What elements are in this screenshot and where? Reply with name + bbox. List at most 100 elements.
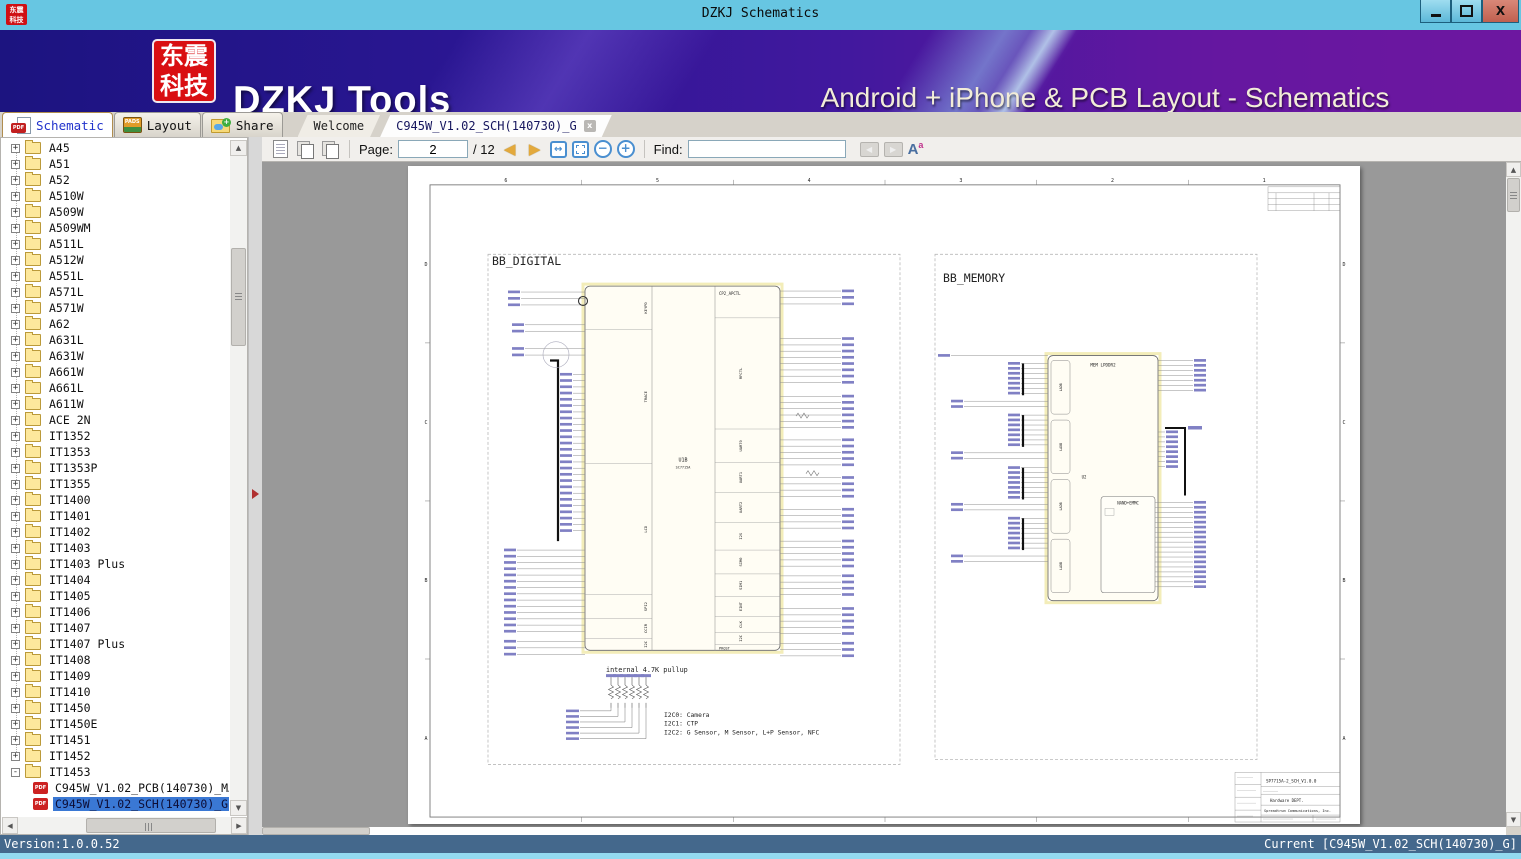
expand-icon[interactable]: + xyxy=(11,303,20,313)
expand-icon[interactable]: + xyxy=(11,543,20,553)
tree-horizontal-scrollbar[interactable]: ◀ ▶ xyxy=(2,817,247,834)
expand-icon[interactable]: + xyxy=(11,735,20,745)
zoom-in-button[interactable]: + xyxy=(616,140,635,158)
expand-icon[interactable]: + xyxy=(11,431,20,441)
expand-icon[interactable]: + xyxy=(11,607,20,617)
scroll-up-arrow[interactable]: ▲ xyxy=(1506,162,1521,177)
rotate-right-button[interactable] xyxy=(320,139,340,159)
tree-folder-row[interactable]: + A661W xyxy=(1,364,229,380)
scrollbar-thumb[interactable] xyxy=(86,818,216,833)
doc-tab-close-icon[interactable]: x xyxy=(584,120,596,132)
collapse-icon[interactable]: - xyxy=(11,767,20,777)
tree-folder-row[interactable]: + A571L xyxy=(1,284,229,300)
tree-item-label[interactable]: A551L xyxy=(47,269,86,283)
tree-item-label[interactable]: IT1353 xyxy=(47,445,93,459)
tree-folder-row[interactable]: + IT1353 xyxy=(1,444,229,460)
tree-item-label[interactable]: ACE 2N xyxy=(47,413,93,427)
tree-folder-row[interactable]: - IT1453 xyxy=(1,764,229,780)
close-button[interactable]: X xyxy=(1482,0,1519,23)
expand-icon[interactable]: + xyxy=(11,751,20,761)
tree-folder-row[interactable]: + IT1407 Plus xyxy=(1,636,229,652)
find-input[interactable] xyxy=(687,140,846,158)
expand-icon[interactable]: + xyxy=(11,463,20,473)
expand-icon[interactable]: + xyxy=(11,287,20,297)
tree-folder-row[interactable]: + IT1352 xyxy=(1,428,229,444)
tree-folder-row[interactable]: + IT1450 xyxy=(1,700,229,716)
expand-icon[interactable]: + xyxy=(11,175,20,185)
expand-icon[interactable]: + xyxy=(11,703,20,713)
tree-item-label[interactable]: A631W xyxy=(47,349,86,363)
tree-item-label[interactable]: IT1407 xyxy=(47,621,93,635)
expand-icon[interactable]: + xyxy=(11,223,20,233)
tree-item-label[interactable]: A509WM xyxy=(47,221,93,235)
expand-icon[interactable]: + xyxy=(11,623,20,633)
copy-page-button[interactable] xyxy=(270,139,290,159)
tree-folder-row[interactable]: + IT1405 xyxy=(1,588,229,604)
expand-icon[interactable]: + xyxy=(11,671,20,681)
rotate-left-button[interactable] xyxy=(295,139,315,159)
tree-folder-row[interactable]: + A512W xyxy=(1,252,229,268)
expand-icon[interactable]: + xyxy=(11,415,20,425)
tree-folder-row[interactable]: + A631L xyxy=(1,332,229,348)
tree-item-label[interactable]: IT1402 xyxy=(47,525,93,539)
tree-item-label[interactable]: A631L xyxy=(47,333,86,347)
tree-folder-row[interactable]: + A661L xyxy=(1,380,229,396)
tree-item-label[interactable]: IT1408 xyxy=(47,653,93,667)
tree-item-label[interactable]: A62 xyxy=(47,317,72,331)
tree-folder-row[interactable]: + A510W xyxy=(1,188,229,204)
tree-item-label[interactable]: IT1403 xyxy=(47,541,93,555)
tree-item-label[interactable]: IT1407 Plus xyxy=(47,637,127,651)
tree-file-row[interactable]: PDF C945W_V1.02_SCH(140730)_G xyxy=(1,796,229,812)
panel-splitter[interactable] xyxy=(248,137,263,835)
tree-folder-row[interactable]: + A62 xyxy=(1,316,229,332)
tree-item-label[interactable]: IT1450E xyxy=(47,717,99,731)
tree-item-label[interactable]: A51 xyxy=(47,157,72,171)
tree-vertical-scrollbar[interactable]: ▲ ▼ xyxy=(230,140,247,816)
tree-item-label[interactable]: IT1451 xyxy=(47,733,93,747)
expand-icon[interactable]: + xyxy=(11,527,20,537)
expand-icon[interactable]: + xyxy=(11,511,20,521)
scrollbar-thumb[interactable] xyxy=(1507,178,1520,212)
scroll-down-arrow[interactable]: ▼ xyxy=(1506,812,1521,827)
next-page-button[interactable]: ▶ xyxy=(525,139,545,159)
tree-folder-row[interactable]: + IT1402 xyxy=(1,524,229,540)
scroll-left-arrow[interactable]: ◀ xyxy=(2,817,18,834)
tree-item-label[interactable]: A509W xyxy=(47,205,86,219)
tree-folder-row[interactable]: + IT1406 xyxy=(1,604,229,620)
expand-icon[interactable]: + xyxy=(11,687,20,697)
tree-item-label[interactable]: IT1400 xyxy=(47,493,93,507)
expand-icon[interactable]: + xyxy=(11,639,20,649)
doc-tab-current[interactable]: C945W_V1.02_SCH(140730)_G x xyxy=(380,115,612,137)
expand-icon[interactable]: + xyxy=(11,239,20,249)
tab-layout[interactable]: PADS Layout xyxy=(113,112,201,137)
font-size-icon[interactable]: Aa xyxy=(908,140,924,158)
expand-icon[interactable]: + xyxy=(11,495,20,505)
find-next-icon[interactable]: ▶ xyxy=(883,141,903,157)
expand-icon[interactable]: + xyxy=(11,271,20,281)
tree-file-row[interactable]: PDF C945W_V1.02_PCB(140730)_MARK xyxy=(1,780,229,796)
tree-item-label[interactable]: A511L xyxy=(47,237,86,251)
tree-item-label[interactable]: IT1452 xyxy=(47,749,93,763)
tree-item-label[interactable]: IT1409 xyxy=(47,669,93,683)
tree-folder-row[interactable]: + A45 xyxy=(1,140,229,156)
scroll-down-arrow[interactable]: ▼ xyxy=(230,800,247,816)
tree-item-label[interactable]: A661W xyxy=(47,365,86,379)
tree-item-label[interactable]: A571L xyxy=(47,285,86,299)
scroll-up-arrow[interactable]: ▲ xyxy=(230,140,247,156)
collapse-arrow-icon[interactable] xyxy=(252,489,259,499)
tree-item-label[interactable]: IT1405 xyxy=(47,589,93,603)
tree-item-label[interactable]: C945W_V1.02_PCB(140730)_MARK xyxy=(53,781,229,795)
tree-folder-row[interactable]: + A551L xyxy=(1,268,229,284)
expand-icon[interactable]: + xyxy=(11,191,20,201)
page-number-input[interactable] xyxy=(397,140,468,158)
expand-icon[interactable]: + xyxy=(11,447,20,457)
tree-folder-row[interactable]: + IT1403 Plus xyxy=(1,556,229,572)
expand-icon[interactable]: + xyxy=(11,575,20,585)
tree-folder-row[interactable]: + A631W xyxy=(1,348,229,364)
tree-item-label[interactable]: IT1410 xyxy=(47,685,93,699)
tree-item-label[interactable]: IT1403 Plus xyxy=(47,557,127,571)
tree-item-label[interactable]: IT1453 xyxy=(47,765,93,779)
tree-item-label[interactable]: IT1355 xyxy=(47,477,93,491)
tree-item-label[interactable]: IT1353P xyxy=(47,461,99,475)
tree-item-label[interactable]: C945W_V1.02_SCH(140730)_G xyxy=(53,797,229,811)
